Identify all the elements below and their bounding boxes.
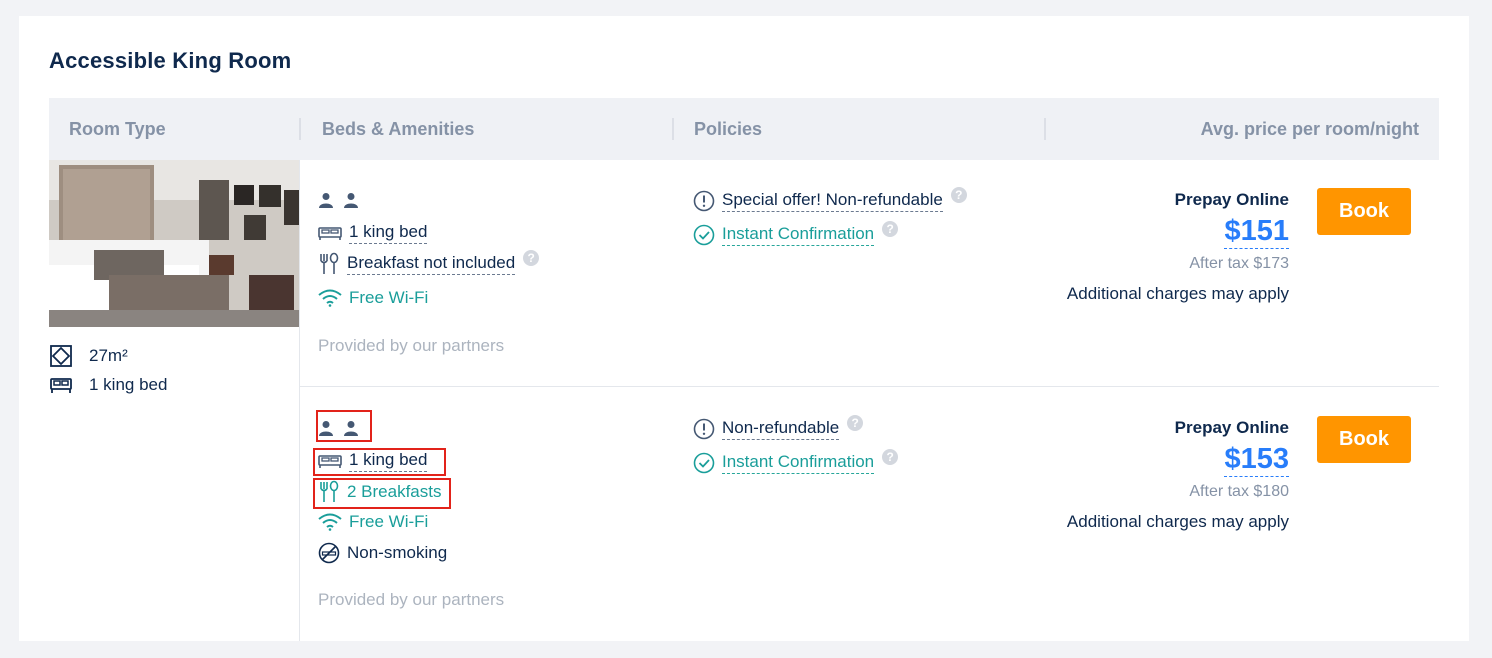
- offer2-smoking: Non-smoking: [318, 542, 447, 564]
- offer2-wifi: Free Wi-Fi: [318, 512, 428, 532]
- room-photo[interactable]: [49, 160, 299, 327]
- offer1-meal-label[interactable]: Breakfast not included: [347, 253, 516, 275]
- offer2-refund-label[interactable]: Non-refundable: [722, 418, 840, 440]
- check-circle-icon: [693, 452, 715, 474]
- help-icon[interactable]: ?: [847, 415, 864, 431]
- wifi-icon: [318, 289, 342, 307]
- offer1-refund-policy[interactable]: Special offer! Non-refundable ?: [693, 187, 967, 212]
- offer1-meal[interactable]: Breakfast not included ?: [318, 250, 540, 276]
- wifi-icon: [318, 513, 342, 531]
- offer2-confirmation-policy[interactable]: Instant Confirmation ?: [693, 449, 899, 474]
- header-avg-price: Avg. price per room/night: [1200, 119, 1419, 139]
- room-size-value: 27m²: [89, 346, 128, 365]
- offer1-wifi: Free Wi-Fi: [318, 288, 428, 308]
- offer1-book-button[interactable]: Book: [1317, 188, 1411, 235]
- offer1-price[interactable]: $151: [1224, 214, 1289, 249]
- occupancy-two-guests: [318, 192, 359, 208]
- room-size-icon: [50, 345, 72, 367]
- header-beds-amenities: Beds & Amenities: [322, 119, 475, 139]
- help-icon[interactable]: ?: [882, 221, 899, 237]
- offer2-refund-policy[interactable]: Non-refundable ?: [693, 415, 864, 440]
- offer2-smoking-label: Non-smoking: [347, 543, 448, 562]
- room-title: Accessible King Room: [49, 48, 292, 73]
- guest-icon: [344, 193, 358, 208]
- check-circle-icon: [693, 224, 715, 246]
- cutlery-icon: [320, 252, 339, 274]
- guest-icon: [319, 193, 333, 208]
- column-divider: [299, 160, 300, 641]
- offer2-wifi-label: Free Wi-Fi: [349, 512, 429, 531]
- header-room-type: Room Type: [69, 119, 166, 139]
- offer2-charges-note: Additional charges may apply: [1066, 512, 1289, 531]
- help-icon[interactable]: ?: [950, 187, 967, 203]
- offer1-price-block: Prepay Online $151 After tax $173 Additi…: [1059, 190, 1289, 305]
- offer-divider: [300, 386, 1439, 387]
- highlight-box-occupancy: [316, 410, 372, 442]
- header-divider: [1044, 118, 1046, 140]
- offer1-bed-label[interactable]: 1 king bed: [349, 222, 428, 244]
- alert-icon: [693, 190, 715, 212]
- help-icon[interactable]: ?: [882, 449, 899, 465]
- offer2-confirmation-label[interactable]: Instant Confirmation: [722, 452, 875, 474]
- offer1-confirmation-policy[interactable]: Instant Confirmation ?: [693, 221, 899, 246]
- room-bed-value: 1 king bed: [89, 375, 168, 394]
- offer1-refund-label[interactable]: Special offer! Non-refundable: [722, 190, 943, 212]
- header-policies: Policies: [694, 119, 763, 139]
- offer1-wifi-label: Free Wi-Fi: [349, 288, 429, 307]
- header-divider: [672, 118, 674, 140]
- room-size: 27m²: [49, 344, 128, 368]
- bed-icon: [318, 227, 342, 240]
- highlight-box-bed: [313, 448, 446, 476]
- help-icon[interactable]: ?: [523, 250, 540, 266]
- highlight-box-breakfast: [313, 478, 451, 509]
- offer2-price-block: Prepay Online $153 After tax $180 Additi…: [1059, 418, 1289, 533]
- offer1-payment-type: Prepay Online: [1174, 190, 1289, 209]
- offer2-payment-type: Prepay Online: [1174, 418, 1289, 437]
- offer1-bed[interactable]: 1 king bed: [318, 222, 428, 244]
- offer1-after-tax: After tax $173: [1189, 255, 1289, 272]
- offer2-after-tax: After tax $180: [1189, 483, 1289, 500]
- room-bed-summary: 1 king bed: [49, 375, 167, 395]
- offer2-price[interactable]: $153: [1224, 442, 1289, 477]
- offer2-book-button[interactable]: Book: [1317, 416, 1411, 463]
- alert-icon: [693, 418, 715, 440]
- offer2-provider-note: Provided by our partners: [318, 590, 505, 609]
- offer1-provider-note: Provided by our partners: [318, 336, 505, 355]
- offer1-confirmation-label[interactable]: Instant Confirmation: [722, 224, 875, 246]
- room-card: Accessible King Room Room Type Beds & Am…: [19, 16, 1469, 641]
- header-divider: [299, 118, 301, 140]
- bed-icon: [50, 378, 72, 393]
- table-header: Room Type Beds & Amenities Policies Avg.…: [49, 98, 1439, 160]
- offer1-charges-note: Additional charges may apply: [1066, 284, 1289, 303]
- no-smoking-icon: [318, 542, 340, 564]
